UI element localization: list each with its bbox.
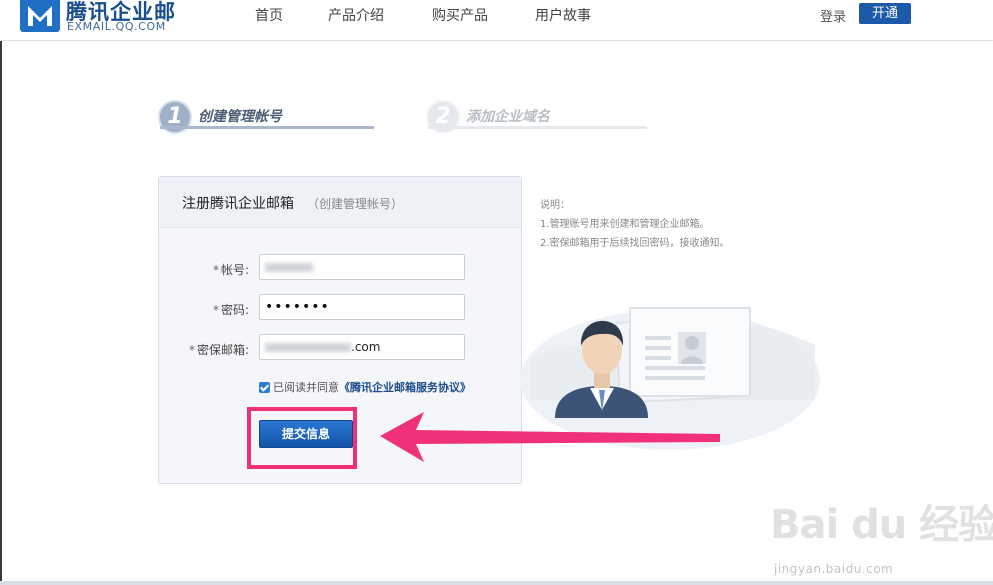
mail-logo-icon bbox=[20, 0, 60, 32]
nav-user-stories[interactable]: 用户故事 bbox=[535, 5, 591, 25]
panel-title: 注册腾讯企业邮箱 bbox=[182, 196, 294, 212]
password-label: * 密码: bbox=[212, 303, 249, 317]
notes-title: 说明： bbox=[540, 200, 570, 211]
blurred-email-value bbox=[265, 343, 351, 352]
top-header: 腾讯企业邮 EXMAIL.QQ.COM 首页 产品介绍 购买产品 用户故事 登录… bbox=[0, 0, 993, 41]
panel-subtitle: （创建管理帐号） bbox=[307, 197, 404, 211]
step-2-underline bbox=[428, 126, 647, 129]
bottom-edge bbox=[0, 581, 993, 585]
watermark-brand: Bai du 经验 bbox=[770, 502, 993, 548]
pointer-arrow bbox=[380, 412, 720, 462]
security-email-label: * 密保邮箱: bbox=[188, 343, 249, 357]
agreement-row: 已阅读并同意《腾讯企业邮箱服务协议》 bbox=[259, 379, 471, 395]
password-input[interactable]: ••••••• bbox=[259, 294, 465, 320]
nav-home[interactable]: 首页 bbox=[255, 5, 283, 25]
service-agreement-link[interactable]: 《腾讯企业邮箱服务协议》 bbox=[339, 381, 471, 394]
baidu-jingyan-watermark: Bai du 经验 jingyan.baidu.com bbox=[770, 492, 993, 582]
blurred-account-value bbox=[265, 263, 313, 272]
step-2: 2 添加企业域名 bbox=[426, 100, 648, 134]
panel-header: 注册腾讯企业邮箱 （创建管理帐号） bbox=[159, 177, 521, 228]
nav-buy-product[interactable]: 购买产品 bbox=[432, 5, 488, 25]
account-label: * 帐号: bbox=[212, 263, 249, 277]
logo-domain: EXMAIL.QQ.COM bbox=[67, 20, 166, 33]
login-link[interactable]: 登录 bbox=[820, 6, 846, 25]
notes-item: 1.管理账号用来创建和管理企业邮箱。 bbox=[540, 219, 710, 230]
submit-info-button[interactable]: 提交信息 bbox=[259, 420, 353, 448]
agreement-text: 已阅读并同意 bbox=[273, 381, 339, 394]
agreement-checkbox[interactable] bbox=[259, 382, 270, 393]
nav-product-intro[interactable]: 产品介绍 bbox=[328, 5, 384, 25]
window-left-edge bbox=[0, 0, 2, 585]
open-account-button[interactable]: 开通 bbox=[859, 3, 911, 24]
notes: 说明： 1.管理账号用来创建和管理企业邮箱。 2.密保邮箱用于后续找回密码，接收… bbox=[540, 196, 730, 253]
step-1-underline bbox=[160, 126, 374, 129]
step-1-label: 创建管理帐号 bbox=[198, 109, 282, 125]
step-2-label: 添加企业域名 bbox=[466, 109, 550, 125]
step-1: 1 创建管理帐号 bbox=[158, 100, 375, 134]
watermark-url: jingyan.baidu.com bbox=[774, 562, 894, 576]
account-input[interactable] bbox=[259, 254, 465, 280]
security-email-input[interactable]: .com bbox=[259, 334, 465, 360]
